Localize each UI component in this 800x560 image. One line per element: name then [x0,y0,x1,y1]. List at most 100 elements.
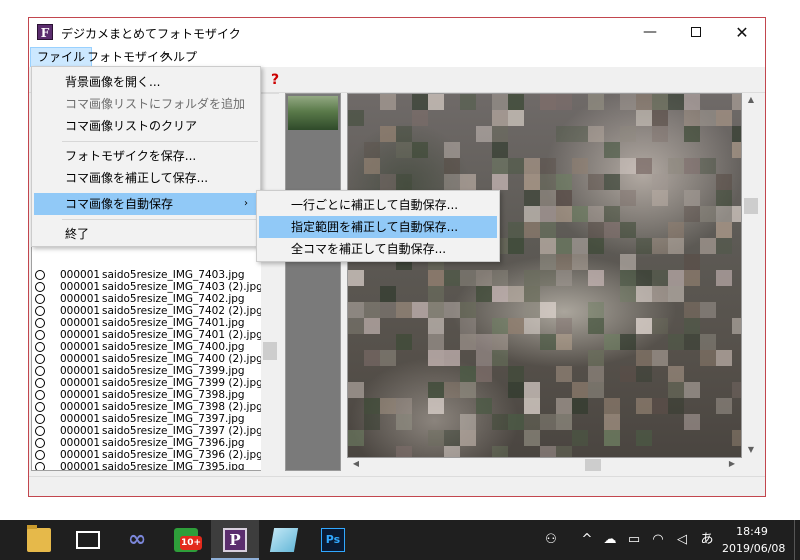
title-bar[interactable]: F デジカメまとめてフォトモザイク — ✕ [29,18,765,47]
submenu-range[interactable]: 指定範囲を補正して自動保存... [259,216,497,238]
taskbar-file-explorer[interactable] [15,520,63,560]
mosaic-tile [524,270,540,286]
menu-exit[interactable]: 終了 [34,223,258,245]
maximize-button[interactable] [673,18,719,47]
list-item[interactable]: 000001 saido5resize_IMG_7396.jpg [32,437,262,449]
menu-save-corrected[interactable]: コマ画像を補正して保存... [34,167,258,189]
mosaic-tile [492,414,508,430]
radio-icon[interactable] [35,414,45,424]
submenu-all[interactable]: 全コマを補正して自動保存... [259,238,497,260]
radio-icon[interactable] [35,366,45,376]
mosaic-vscroll-thumb[interactable] [744,198,758,214]
list-item[interactable]: 000001 saido5resize_IMG_7395.jpg [32,461,262,470]
radio-icon[interactable] [35,354,45,364]
taskbar-photomosaic[interactable]: P [211,520,259,560]
taskbar-infinity-app[interactable]: ∞ [113,520,161,560]
photomosaic-app-icon: P [223,528,247,552]
menu-save-mosaic[interactable]: フォトモザイクを保存... [34,145,258,167]
list-item[interactable]: 000001 saido5resize_IMG_7403.jpg [32,269,262,281]
taskbar-photoshop[interactable]: Ps [309,520,357,560]
image-list-scrollbar[interactable] [261,93,279,471]
radio-icon[interactable] [35,390,45,400]
scroll-down-icon[interactable]: ▼ [744,445,758,454]
list-item[interactable]: 000001 saido5resize_IMG_7400.jpg [32,341,262,353]
list-item[interactable]: 000001 saido5resize_IMG_7399 (2).jpg [32,377,262,389]
list-item[interactable]: 000001 saido5resize_IMG_7398.jpg [32,389,262,401]
ime-indicator[interactable]: あ [696,520,718,560]
radio-icon[interactable] [35,318,45,328]
list-item[interactable]: 000001 saido5resize_IMG_7402 (2).jpg [32,305,262,317]
thumbnail-column[interactable] [285,93,341,471]
radio-icon[interactable] [35,342,45,352]
image-list-scroll-thumb[interactable] [263,342,277,360]
list-item[interactable]: 000001 saido5resize_IMG_7400 (2).jpg [32,353,262,365]
list-item[interactable]: 000001 saido5resize_IMG_7396 (2).jpg [32,449,262,461]
volume-icon[interactable]: ◁ [672,520,692,560]
close-button[interactable]: ✕ [719,18,765,47]
mosaic-tile [588,270,604,286]
menu-clear-list[interactable]: コマ画像リストのクリア [34,115,258,137]
list-item[interactable]: 000001 saido5resize_IMG_7399.jpg [32,365,262,377]
mosaic-tile [636,318,652,334]
list-item[interactable]: 000001 saido5resize_IMG_7397.jpg [32,413,262,425]
menu-auto-save[interactable]: コマ画像を自動保存 › [34,193,258,215]
mosaic-tile [540,254,556,270]
radio-icon[interactable] [35,378,45,388]
network-icon[interactable]: ◠ [648,520,668,560]
list-item[interactable]: 000001 saido5resize_IMG_7401.jpg [32,317,262,329]
mosaic-tile [556,398,572,414]
mosaic-tile [620,334,636,350]
mosaic-tile [476,398,492,414]
scroll-left-icon[interactable]: ◀ [349,459,363,468]
radio-icon[interactable] [35,426,45,436]
radio-icon[interactable] [35,402,45,412]
mosaic-hscroll-thumb[interactable] [585,459,601,471]
mosaic-vertical-scrollbar[interactable]: ▲ ▼ [742,93,760,458]
onedrive-icon[interactable]: ☁ [600,520,620,560]
radio-icon[interactable] [35,438,45,448]
menu-open-background[interactable]: 背景画像を開く... [34,71,258,93]
list-item[interactable]: 000001 saido5resize_IMG_7398 (2).jpg [32,401,262,413]
list-item-filename: saido5resize_IMG_7396.jpg [102,437,245,449]
people-icon[interactable]: ⚇ [540,520,562,560]
help-icon[interactable]: ? [267,71,283,89]
radio-icon[interactable] [35,450,45,460]
mosaic-tile [460,334,476,350]
list-item[interactable]: 000001 saido5resize_IMG_7403 (2).jpg [32,281,262,293]
radio-icon[interactable] [35,462,45,470]
list-item[interactable]: 000001 saido5resize_IMG_7401 (2).jpg [32,329,262,341]
app-logo-icon[interactable]: F [37,24,53,40]
radio-icon[interactable] [35,282,45,292]
taskbar-notes[interactable] [260,520,308,560]
mosaic-tile [428,382,444,398]
show-desktop-button[interactable] [794,520,795,560]
battery-icon[interactable]: ▭ [624,520,644,560]
mosaic-tile [588,302,604,318]
list-item-number: 000001 [60,353,101,365]
taskbar-mail[interactable] [64,520,112,560]
clock-time[interactable]: 18:49 [724,525,780,538]
clock-date[interactable]: 2019/06/08 [722,542,785,555]
mosaic-tile [636,350,652,366]
minimize-button[interactable]: — [627,18,673,47]
chevron-up-icon[interactable]: ^ [578,520,596,560]
mosaic-tile [732,206,741,222]
scroll-right-icon[interactable]: ▶ [725,459,739,468]
photomosaic-canvas[interactable] [347,93,742,458]
mosaic-horizontal-scrollbar[interactable]: ◀ ▶ [347,458,742,472]
menu-help[interactable]: ヘルプ [155,47,203,67]
taskbar-badge-app[interactable]: 10+ [162,520,210,560]
scroll-up-icon[interactable]: ▲ [744,95,758,104]
mosaic-tile [588,350,604,366]
submenu-per-row[interactable]: 一行ごとに補正して自動保存... [259,194,497,216]
radio-icon[interactable] [35,270,45,280]
radio-icon[interactable] [35,306,45,316]
background-thumbnail[interactable] [288,96,338,130]
list-item[interactable]: 000001 saido5resize_IMG_7402.jpg [32,293,262,305]
mosaic-tile [636,270,652,286]
radio-icon[interactable] [35,330,45,340]
mosaic-tile [732,142,741,158]
list-item[interactable]: 000001 saido5resize_IMG_7397 (2).jpg [32,425,262,437]
radio-icon[interactable] [35,294,45,304]
window-title: デジカメまとめてフォトモザイク [61,27,241,41]
